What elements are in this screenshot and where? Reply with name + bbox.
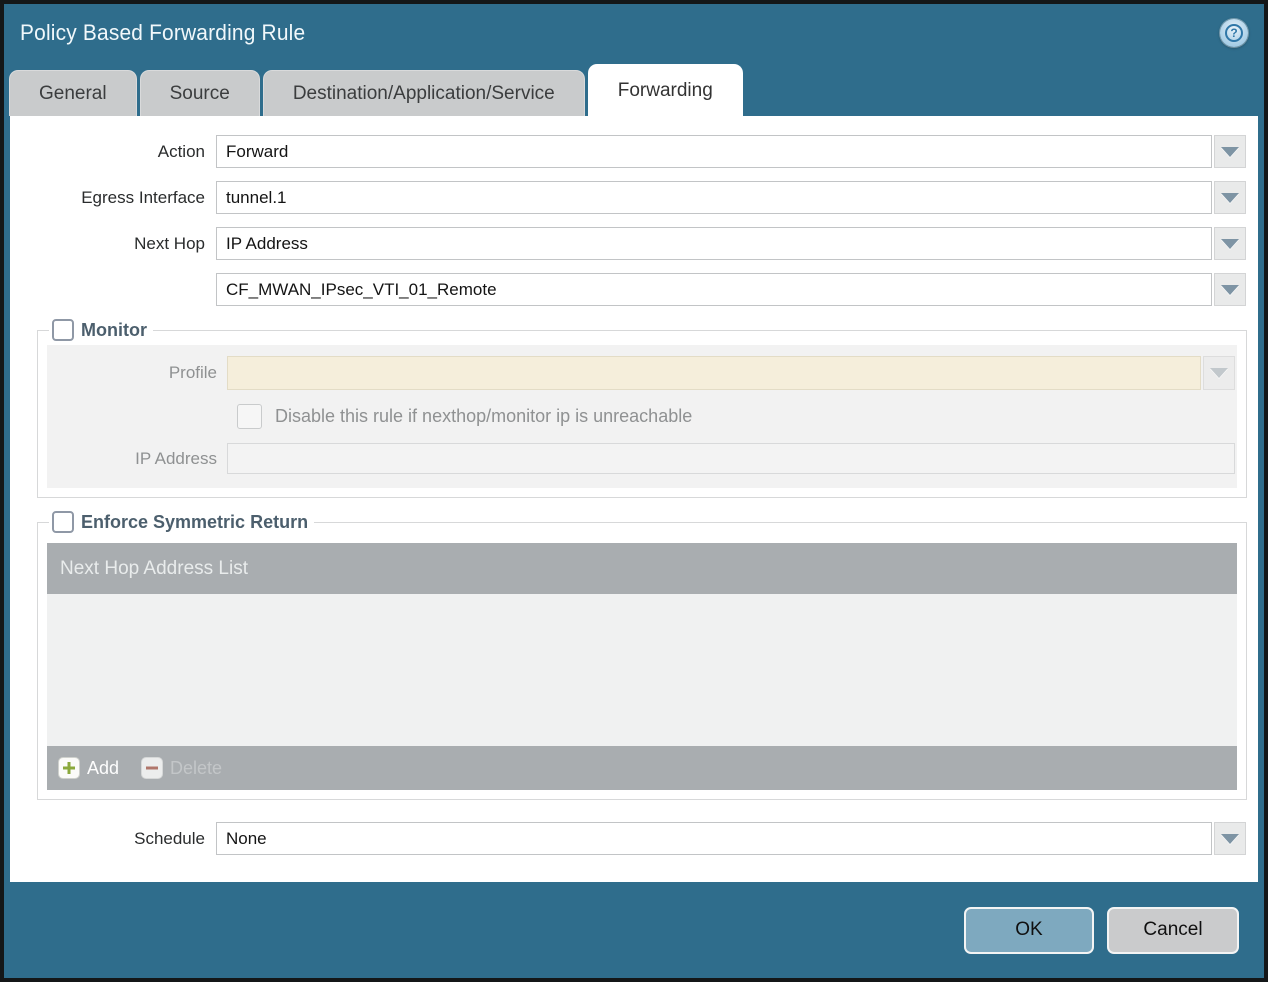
monitor-legend: Monitor bbox=[49, 319, 153, 341]
symmetric-return-legend-label: Enforce Symmetric Return bbox=[81, 511, 309, 532]
action-dropdown-button[interactable] bbox=[1214, 135, 1246, 168]
tab-destination-application-service[interactable]: Destination/Application/Service bbox=[262, 70, 585, 116]
next-hop-address-list-header: Next Hop Address List bbox=[47, 543, 1237, 594]
profile-combobox bbox=[227, 356, 1235, 390]
egress-interface-row: Egress Interface tunnel.1 bbox=[10, 181, 1258, 214]
profile-dropdown-button bbox=[1203, 356, 1235, 390]
next-hop-type-value[interactable]: IP Address bbox=[216, 227, 1212, 260]
pbf-rule-dialog: Policy Based Forwarding Rule ? General S… bbox=[0, 0, 1268, 982]
next-hop-address-row: CF_MWAN_IPsec_VTI_01_Remote bbox=[10, 273, 1258, 306]
profile-label: Profile bbox=[168, 363, 217, 382]
monitor-ip-input bbox=[227, 443, 1235, 474]
egress-interface-combobox: tunnel.1 bbox=[216, 181, 1246, 214]
dialog-footer: OK Cancel bbox=[4, 882, 1264, 978]
next-hop-type-combobox: IP Address bbox=[216, 227, 1246, 260]
add-button-label: Add bbox=[87, 757, 120, 778]
chevron-down-icon bbox=[1221, 238, 1239, 249]
symmetric-return-legend: Enforce Symmetric Return bbox=[49, 511, 314, 533]
disable-rule-label: Disable this rule if nexthop/monitor ip … bbox=[275, 406, 693, 426]
monitor-panel: Profile Disable this rule if nexthop/mon… bbox=[47, 345, 1237, 488]
action-combobox: Forward bbox=[216, 135, 1246, 168]
profile-value bbox=[227, 356, 1201, 390]
tab-general[interactable]: General bbox=[9, 70, 137, 116]
delete-button: Delete bbox=[141, 757, 222, 779]
help-icon: ? bbox=[1225, 24, 1243, 42]
schedule-combobox: None bbox=[216, 822, 1246, 855]
monitor-legend-label: Monitor bbox=[81, 319, 147, 340]
action-label: Action bbox=[157, 141, 205, 161]
dialog-title: Policy Based Forwarding Rule bbox=[20, 20, 306, 45]
next-hop-address-combobox: CF_MWAN_IPsec_VTI_01_Remote bbox=[216, 273, 1246, 306]
monitor-ip-row: IP Address bbox=[47, 443, 1237, 474]
monitor-fieldset: Monitor Profile Disable this rule if nex… bbox=[37, 319, 1247, 498]
next-hop-address-value[interactable]: CF_MWAN_IPsec_VTI_01_Remote bbox=[216, 273, 1212, 306]
chevron-down-icon bbox=[1210, 368, 1228, 378]
tab-bar: General Source Destination/Application/S… bbox=[4, 62, 1264, 116]
chevron-down-icon bbox=[1221, 833, 1239, 844]
monitor-ip-label: IP Address bbox=[135, 448, 217, 468]
chevron-down-icon bbox=[1221, 146, 1239, 157]
delete-button-label: Delete bbox=[170, 757, 223, 778]
symmetric-return-checkbox[interactable] bbox=[52, 511, 74, 533]
next-hop-address-list-body[interactable] bbox=[47, 594, 1237, 746]
next-hop-address-list-table: Next Hop Address List Add Delete bbox=[47, 543, 1237, 790]
titlebar: Policy Based Forwarding Rule ? bbox=[4, 4, 1264, 62]
egress-interface-label: Egress Interface bbox=[81, 187, 205, 207]
disable-rule-row: Disable this rule if nexthop/monitor ip … bbox=[237, 404, 1237, 429]
schedule-label: Schedule bbox=[134, 828, 205, 848]
profile-row: Profile bbox=[47, 356, 1237, 390]
next-hop-address-dropdown-button[interactable] bbox=[1214, 273, 1246, 306]
cancel-button[interactable]: Cancel bbox=[1107, 906, 1239, 954]
symmetric-return-fieldset: Enforce Symmetric Return Next Hop Addres… bbox=[37, 511, 1247, 800]
chevron-down-icon bbox=[1221, 284, 1239, 295]
minus-icon bbox=[141, 757, 164, 779]
tab-source[interactable]: Source bbox=[139, 70, 260, 116]
action-row: Action Forward bbox=[10, 135, 1258, 168]
forwarding-tab-panel: Action Forward Egress Interface tunnel.1… bbox=[10, 116, 1258, 882]
plus-icon bbox=[58, 757, 80, 779]
schedule-value[interactable]: None bbox=[216, 822, 1212, 855]
ok-button[interactable]: OK bbox=[964, 906, 1094, 954]
schedule-dropdown-button[interactable] bbox=[1214, 822, 1246, 855]
tab-forwarding[interactable]: Forwarding bbox=[587, 64, 743, 116]
add-button[interactable]: Add bbox=[58, 757, 119, 779]
schedule-row: Schedule None bbox=[10, 822, 1258, 855]
next-hop-address-list-toolbar: Add Delete bbox=[47, 746, 1237, 790]
monitor-checkbox[interactable] bbox=[52, 319, 74, 341]
action-value[interactable]: Forward bbox=[216, 135, 1212, 168]
help-button[interactable]: ? bbox=[1220, 19, 1248, 47]
disable-rule-checkbox bbox=[237, 404, 262, 429]
next-hop-row: Next Hop IP Address bbox=[10, 227, 1258, 260]
egress-interface-dropdown-button[interactable] bbox=[1214, 181, 1246, 214]
next-hop-type-dropdown-button[interactable] bbox=[1214, 227, 1246, 260]
next-hop-label: Next Hop bbox=[134, 233, 205, 253]
egress-interface-value[interactable]: tunnel.1 bbox=[216, 181, 1212, 214]
chevron-down-icon bbox=[1221, 192, 1239, 203]
